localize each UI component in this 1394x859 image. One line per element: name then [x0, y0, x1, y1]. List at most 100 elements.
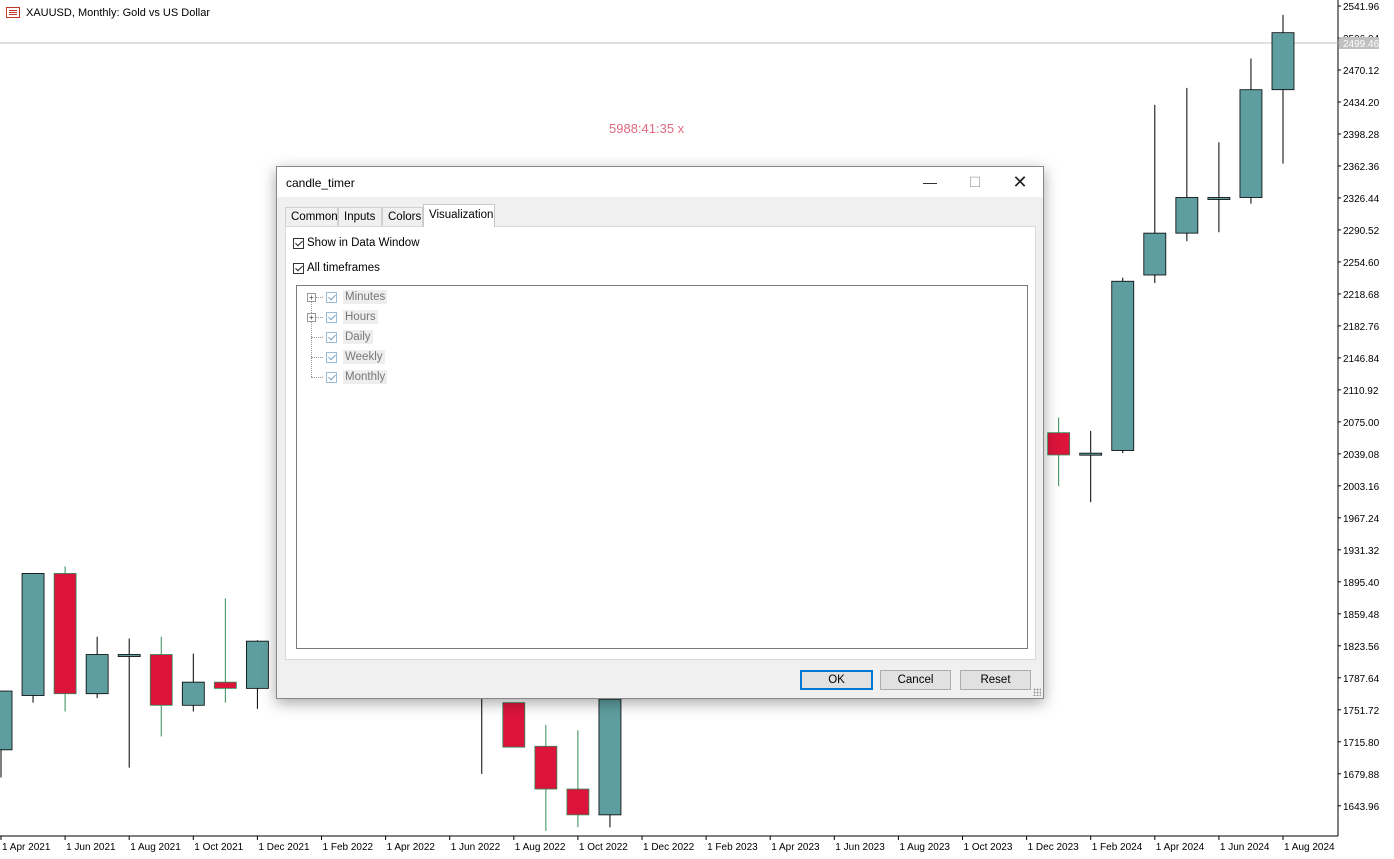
time-axis-label: 1 Feb 2022 — [323, 842, 374, 853]
price-axis-label: 1931.32 — [1343, 546, 1380, 557]
candle-body — [85, 654, 109, 695]
candle-body — [1271, 32, 1295, 91]
price-axis-label: 2434.20 — [1343, 98, 1380, 109]
tab-common[interactable]: Common — [285, 207, 338, 226]
time-axis-label: 1 Oct 2021 — [194, 842, 243, 853]
price-axis-label: 2541.96 — [1343, 2, 1380, 13]
price-axis-label: 2290.52 — [1343, 226, 1380, 237]
candle-body — [149, 654, 173, 706]
ok-button[interactable]: OK — [800, 670, 873, 690]
candle-body — [598, 698, 622, 816]
time-axis-label: 1 Feb 2023 — [707, 842, 758, 853]
price-axis-label: 1715.80 — [1343, 738, 1380, 749]
candle-timer-text: 5988:41:35 x — [609, 121, 685, 136]
all-timeframes-checkbox[interactable] — [293, 262, 304, 274]
price-axis-label: 2254.60 — [1343, 258, 1380, 269]
candle-body — [502, 702, 526, 748]
tree-connector — [311, 377, 323, 378]
tab-inputs[interactable]: Inputs — [338, 207, 382, 226]
minutes-checkbox[interactable] — [326, 291, 337, 303]
dialog-title: candle_timer — [286, 176, 355, 190]
tree-connector — [315, 297, 323, 298]
all-timeframes-option[interactable]: All timeframes — [293, 262, 380, 274]
indicator-properties-dialog: candle_timer — ☐ ✕ Common Inputs Colors … — [276, 166, 1044, 699]
price-axis-label: 1751.72 — [1343, 706, 1380, 717]
time-axis-label: 1 Apr 2021 — [2, 842, 51, 853]
price-axis-label: 1823.56 — [1343, 642, 1380, 653]
time-axis-label: 1 Jun 2021 — [66, 842, 116, 853]
show-in-data-window-label: Show in Data Window — [307, 237, 420, 249]
time-axis-label: 1 Feb 2024 — [1092, 842, 1143, 853]
close-button[interactable]: ✕ — [998, 167, 1042, 197]
time-axis-label: 1 Aug 2024 — [1284, 842, 1335, 853]
price-axis-label: 1679.88 — [1343, 770, 1380, 781]
reset-button[interactable]: Reset — [960, 670, 1031, 690]
monthly-checkbox[interactable] — [326, 371, 337, 383]
tree-connector — [311, 337, 323, 338]
all-timeframes-label: All timeframes — [307, 262, 380, 274]
price-axis-label: 2218.68 — [1343, 290, 1380, 301]
price-axis-label: 2398.28 — [1343, 130, 1380, 141]
price-axis-label: 2075.00 — [1343, 418, 1380, 429]
minimize-button[interactable]: — — [908, 167, 952, 197]
candle-body — [53, 573, 77, 695]
price-axis-label: 2039.08 — [1343, 450, 1380, 461]
price-axis-label: 2326.44 — [1343, 194, 1380, 205]
candle-body — [21, 573, 45, 696]
candle-body — [566, 788, 590, 816]
time-axis-label: 1 Jun 2022 — [451, 842, 501, 853]
dialog-titlebar[interactable]: candle_timer — ☐ ✕ — [277, 167, 1043, 197]
maximize-icon: ☐ — [968, 173, 982, 190]
candle-body — [1207, 197, 1231, 200]
time-axis-label: 1 Oct 2023 — [964, 842, 1013, 853]
daily-checkbox[interactable] — [326, 331, 337, 343]
candle-body — [1111, 280, 1135, 451]
timeframes-tree[interactable]: + Minutes + Hours Daily Weekly Monthly — [296, 285, 1028, 649]
time-axis-label: 1 Jun 2024 — [1220, 842, 1270, 853]
time-axis-label: 1 Aug 2022 — [515, 842, 566, 853]
time-axis-label: 1 Dec 2022 — [643, 842, 695, 853]
price-axis-label: 2003.16 — [1343, 482, 1380, 493]
expand-plus-icon[interactable]: + — [307, 292, 316, 302]
candle-body — [534, 745, 558, 790]
time-axis-label: 1 Jun 2023 — [835, 842, 885, 853]
time-axis-label: 1 Aug 2021 — [130, 842, 181, 853]
time-axis-label: 1 Aug 2023 — [899, 842, 950, 853]
price-axis-label: 1787.64 — [1343, 674, 1380, 685]
show-in-data-window-option[interactable]: Show in Data Window — [293, 237, 420, 249]
maximize-button[interactable]: ☐ — [953, 167, 997, 197]
candle-body — [1143, 232, 1167, 276]
time-axis-label: 1 Dec 2021 — [258, 842, 310, 853]
price-axis-label: 2362.36 — [1343, 162, 1380, 173]
price-axis-label: 2146.84 — [1343, 354, 1380, 365]
price-axis-label: 1643.96 — [1343, 802, 1380, 813]
show-in-data-window-checkbox[interactable] — [293, 237, 304, 249]
chart-symbol-title: XAUUSD, Monthly: Gold vs US Dollar — [26, 7, 210, 19]
time-axis-label: 1 Apr 2024 — [1156, 842, 1205, 853]
candle-body — [1047, 432, 1071, 456]
tab-visualization[interactable]: Visualization — [423, 204, 495, 227]
expand-plus-icon[interactable]: + — [307, 312, 316, 322]
price-axis-label: 1859.48 — [1343, 610, 1380, 621]
hours-checkbox[interactable] — [326, 311, 337, 323]
visualization-panel: Show in Data Window All timeframes + Min… — [285, 226, 1036, 660]
weekly-checkbox[interactable] — [326, 351, 337, 363]
tab-colors[interactable]: Colors — [382, 207, 423, 226]
tree-connector — [315, 317, 323, 318]
tree-item-label: Weekly — [343, 350, 385, 364]
tree-item-label: Hours — [343, 310, 378, 324]
cancel-button[interactable]: Cancel — [880, 670, 951, 690]
chart-window-icon — [6, 7, 20, 18]
price-axis-label: 1967.24 — [1343, 514, 1380, 525]
close-icon: ✕ — [1012, 171, 1028, 192]
candle-body — [181, 681, 205, 706]
candle-body — [1079, 452, 1103, 456]
resize-grip-icon[interactable] — [1033, 688, 1041, 696]
price-axis-label: 2470.12 — [1343, 66, 1380, 77]
candle-body — [0, 690, 13, 751]
candle-body — [1239, 89, 1263, 198]
time-axis-label: 1 Apr 2022 — [387, 842, 436, 853]
candle-body — [213, 681, 237, 689]
tree-connector — [311, 295, 312, 377]
candle-body — [1175, 197, 1199, 234]
